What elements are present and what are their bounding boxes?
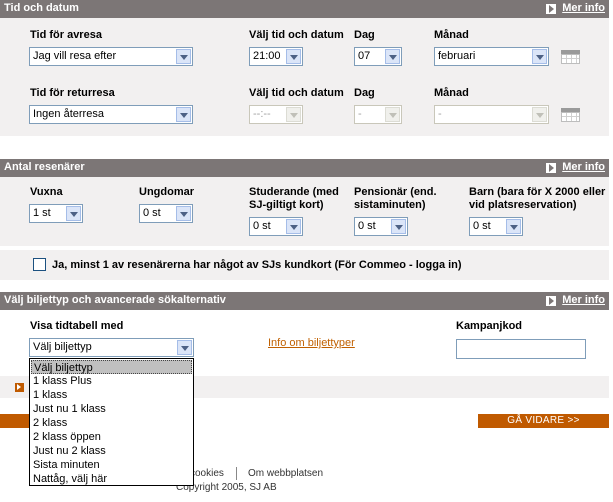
campaign-code-input[interactable] — [456, 339, 586, 359]
departure-month-label: Månad — [434, 29, 469, 41]
more-info-link[interactable]: Mer info — [562, 2, 605, 14]
arrow-icon[interactable] — [546, 296, 556, 306]
return-day-value: - — [358, 108, 362, 120]
section-header-ticket: Välj biljettyp och avancerade sökalterna… — [0, 292, 609, 310]
adults-label: Vuxna — [30, 186, 63, 198]
departure-month-value: februari — [438, 50, 476, 62]
children-select[interactable]: 0 st — [469, 217, 523, 236]
dropdown-option[interactable]: Välj biljettyp — [31, 360, 192, 374]
seniors-label-line2: sistaminuten) — [354, 199, 426, 211]
chevron-down-icon — [286, 49, 301, 64]
ticket-type-dropdown[interactable]: Välj biljettyp 1 klass Plus 1 klass Just… — [29, 358, 194, 486]
departure-time-select[interactable]: 21:00 — [249, 47, 303, 66]
chevron-down-icon — [177, 340, 192, 355]
adults-select[interactable]: 1 st — [29, 204, 83, 223]
departure-time-label: Välj tid och datum — [249, 29, 344, 41]
section-header-travelers: Antal resenärer Mer info — [0, 159, 609, 177]
departure-day-select[interactable]: 07 — [354, 47, 402, 66]
seniors-label-line1: Pensionär (end. — [354, 186, 437, 198]
departure-type-value: Jag vill resa efter — [33, 50, 117, 62]
return-day-select: - — [354, 105, 402, 124]
return-month-label: Månad — [434, 87, 469, 99]
chevron-down-icon — [66, 206, 81, 221]
departure-day-value: 07 — [358, 50, 371, 62]
children-value: 0 st — [473, 220, 491, 232]
seniors-value: 0 st — [358, 220, 376, 232]
chevron-down-icon — [286, 107, 301, 122]
children-label-line2: vid platsreservation) — [469, 199, 577, 211]
dropdown-option[interactable]: Sista minuten — [31, 458, 192, 472]
chevron-down-icon — [532, 49, 547, 64]
return-type-value: Ingen återresa — [33, 108, 104, 120]
dropdown-option[interactable]: 2 klass — [31, 416, 192, 430]
youth-select[interactable]: 0 st — [139, 204, 193, 223]
youth-value: 0 st — [143, 207, 161, 219]
return-type-select[interactable]: Ingen återresa — [29, 105, 193, 124]
footer-about-link[interactable]: Om webbplatsen — [248, 468, 323, 479]
chevron-down-icon — [176, 206, 191, 221]
seniors-select[interactable]: 0 st — [354, 217, 408, 236]
return-time-label: Välj tid och datum — [249, 87, 344, 99]
children-label-line1: Barn (bara för X 2000 eller — [469, 186, 606, 198]
departure-time-value: 21:00 — [253, 50, 281, 62]
departure-label: Tid för avresa — [30, 29, 102, 41]
chevron-down-icon — [385, 107, 400, 122]
footer-cookies-link[interactable]: cookies — [190, 468, 224, 479]
calendar-icon[interactable] — [561, 50, 580, 64]
chevron-down-icon — [176, 107, 191, 122]
youth-label: Ungdomar — [139, 186, 194, 198]
continue-button[interactable]: GÅ VIDARE >> — [478, 414, 609, 428]
ticket-type-value: Välj biljettyp — [33, 341, 92, 353]
chevron-down-icon — [286, 219, 301, 234]
ticket-info-link[interactable]: Info om biljettyper — [268, 337, 355, 349]
dropdown-option[interactable]: 1 klass — [31, 388, 192, 402]
chevron-down-icon — [532, 107, 547, 122]
dropdown-option[interactable]: 2 klass öppen — [31, 430, 192, 444]
return-time-select: --:-- — [249, 105, 303, 124]
students-select[interactable]: 0 st — [249, 217, 303, 236]
students-label-line2: SJ-giltigt kort) — [249, 199, 324, 211]
departure-month-select[interactable]: februari — [434, 47, 549, 66]
students-label-line1: Studerande (med — [249, 186, 339, 198]
return-month-value: - — [438, 108, 442, 120]
expand-arrow-icon[interactable] — [15, 383, 24, 392]
dropdown-option[interactable]: Just nu 1 klass — [31, 402, 192, 416]
chevron-down-icon — [391, 219, 406, 234]
campaign-code-label: Kampanjkod — [456, 320, 523, 332]
section-title: Tid och datum — [4, 2, 79, 14]
chevron-down-icon — [385, 49, 400, 64]
departure-type-select[interactable]: Jag vill resa efter — [29, 47, 193, 66]
dropdown-option[interactable]: Just nu 2 klass — [31, 444, 192, 458]
customer-card-label: Ja, minst 1 av resenärerna har något av … — [52, 259, 462, 271]
return-label: Tid för returresa — [30, 87, 115, 99]
return-month-select: - — [434, 105, 549, 124]
footer-divider — [236, 467, 237, 480]
arrow-icon[interactable] — [546, 4, 556, 14]
dropdown-option[interactable]: 1 klass Plus — [31, 374, 192, 388]
calendar-icon[interactable] — [561, 108, 580, 122]
students-value: 0 st — [253, 220, 271, 232]
more-info-link[interactable]: Mer info — [562, 294, 605, 306]
chevron-down-icon — [506, 219, 521, 234]
section-header-time: Tid och datum Mer info — [0, 0, 609, 18]
dropdown-option[interactable]: Nattåg, välj här — [31, 472, 192, 486]
ticket-type-select[interactable]: Välj biljettyp — [29, 338, 194, 357]
section-title: Antal resenärer — [4, 161, 85, 173]
departure-day-label: Dag — [354, 29, 375, 41]
more-info-link[interactable]: Mer info — [562, 161, 605, 173]
section-title: Välj biljettyp och avancerade sökalterna… — [4, 294, 226, 306]
timetable-label: Visa tidtabell med — [30, 320, 124, 332]
return-time-value: --:-- — [253, 108, 271, 120]
customer-card-checkbox[interactable] — [33, 258, 46, 271]
arrow-icon[interactable] — [546, 163, 556, 173]
adults-value: 1 st — [33, 207, 51, 219]
return-day-label: Dag — [354, 87, 375, 99]
accent-bar — [0, 414, 30, 428]
chevron-down-icon — [176, 49, 191, 64]
